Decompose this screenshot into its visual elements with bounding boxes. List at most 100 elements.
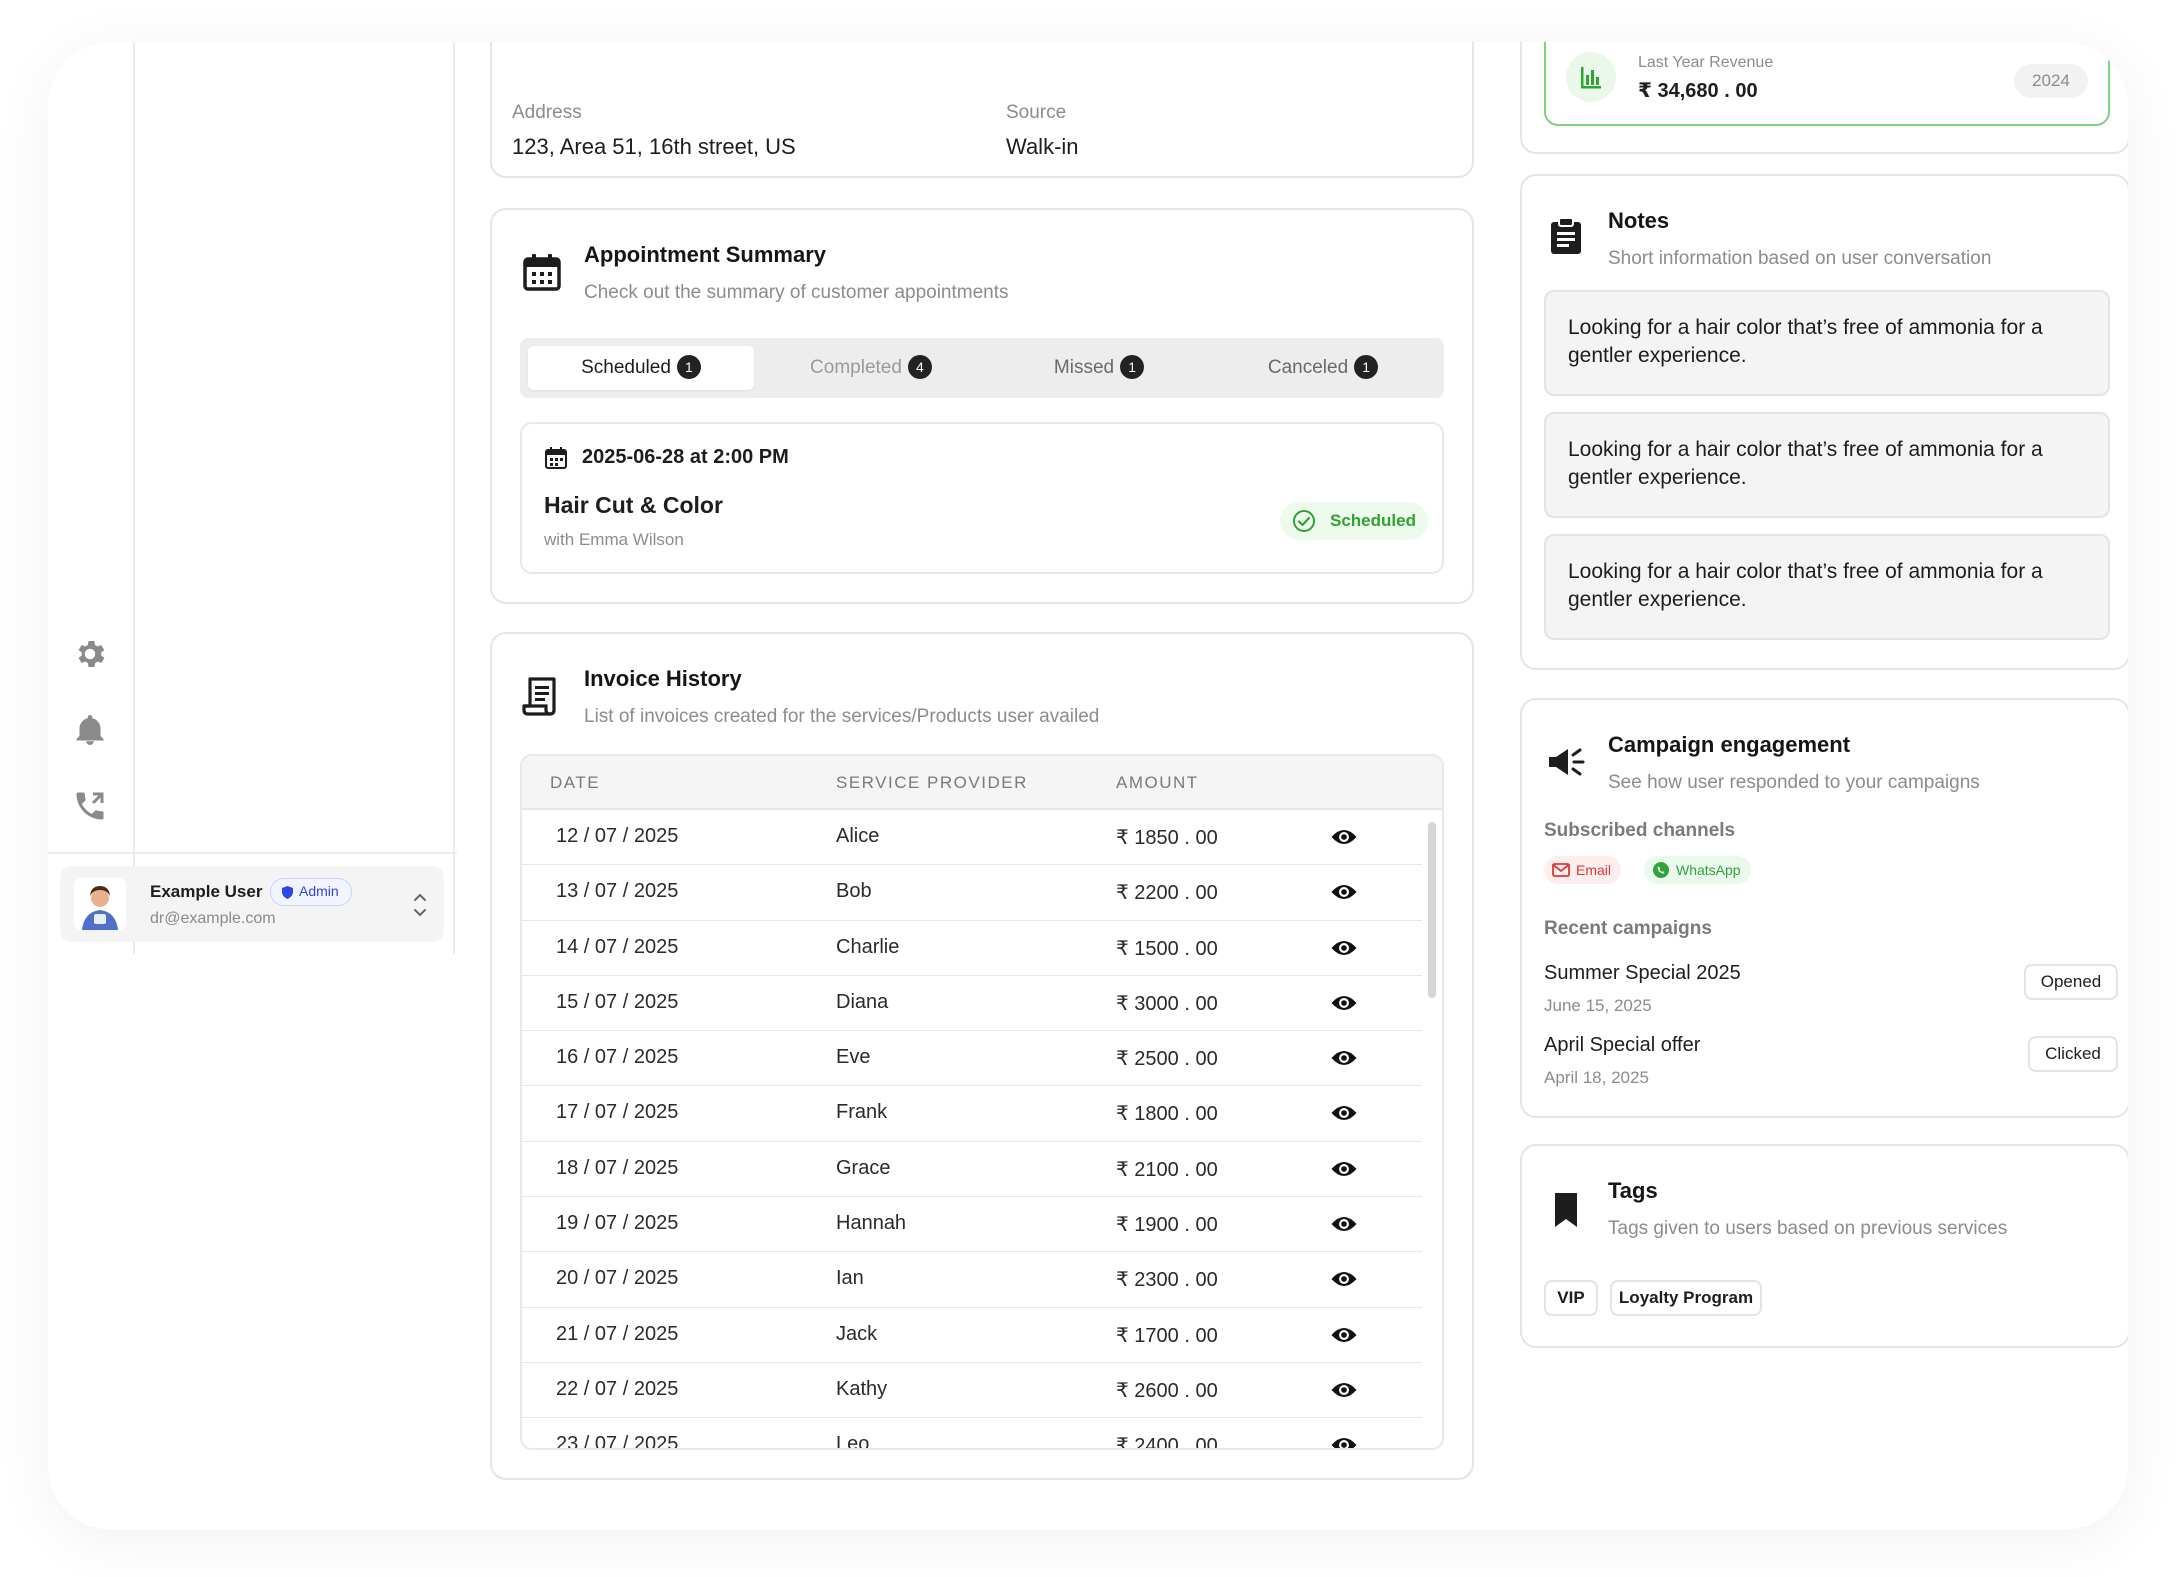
appointment-summary-subtitle: Check out the summary of customer appoin… [584,282,1009,303]
address-label: Address [512,102,582,123]
tab-missed[interactable]: Missed 1 [986,346,1212,390]
invoice-date: 13 / 07 / 2025 [556,880,679,903]
user-profile-card[interactable]: Example User Admin dr@example.com [60,866,444,942]
calendar-icon [522,252,562,292]
tag-chip: Loyalty Program [1610,1280,1762,1316]
invoice-amount: ₹ 2500 . 00 [1116,1048,1218,1071]
invoice-date: 18 / 07 / 2025 [556,1156,679,1179]
table-row: 17 / 07 / 2025 Frank ₹ 1800 . 00 [522,1086,1422,1142]
note-item: Looking for a hair color that’s free of … [1544,290,2110,396]
tab-completed[interactable]: Completed 4 [758,346,984,390]
table-row: 19 / 07 / 2025 Hannah ₹ 1900 . 00 [522,1197,1422,1253]
invoice-history-subtitle: List of invoices created for the service… [584,706,1100,727]
tags-card: Tags Tags given to users based on previo… [1520,1144,2128,1348]
campaign-subtitle: See how user responded to your campaigns [1608,772,1980,793]
revenue-year-badge[interactable]: 2024 [2014,64,2088,98]
tab-count: 1 [1354,355,1379,379]
invoice-amount: ₹ 1700 . 00 [1116,1324,1218,1347]
receipt-icon [522,676,562,716]
invoice-amount: ₹ 2300 . 00 [1116,1269,1218,1292]
view-eye-icon[interactable] [1330,1378,1358,1402]
campaign-status-badge: Clicked [2028,1036,2118,1072]
view-eye-icon[interactable] [1330,1212,1358,1236]
campaign-status-badge: Opened [2024,964,2118,1000]
shield-icon [282,886,293,899]
table-row: 23 / 07 / 2025 Leo ₹ 2400 . 00 [522,1418,1422,1450]
notes-title: Notes [1608,208,1670,233]
table-row: 15 / 07 / 2025 Diana ₹ 3000 . 00 [522,976,1422,1032]
revenue-value: ₹ 34,680 . 00 [1638,80,1758,102]
tab-label: Canceled [1267,357,1349,378]
view-eye-icon[interactable] [1330,880,1358,904]
invoice-amount: ₹ 1500 . 00 [1116,937,1218,960]
invoice-amount: ₹ 1800 . 00 [1116,1103,1218,1126]
invoice-provider: Charlie [836,935,900,958]
bar-chart-icon [1566,52,1616,102]
tab-count: 1 [676,355,701,379]
icon-rail [48,42,135,954]
appointment-tabs: Scheduled 1 Completed 4 Missed 1 Canceled 1 [520,338,1444,398]
table-row: 21 / 07 / 2025 Jack ₹ 1700 . 00 [522,1308,1422,1363]
invoice-amount: ₹ 2100 . 00 [1116,1158,1218,1181]
tags-title: Tags [1608,1178,1658,1203]
note-item: Looking for a hair color that’s free of … [1544,534,2110,640]
mail-icon [1552,863,1570,877]
invoice-provider: Alice [836,825,880,847]
appointment-summary-title: Appointment Summary [584,242,827,267]
invoice-provider: Hannah [836,1212,907,1235]
contact-info-card: Address 123, Area 51, 16th street, US So… [490,42,1474,178]
invoice-provider: Bob [836,880,872,903]
settings-gear-icon[interactable] [72,636,108,672]
tab-label: Scheduled [581,357,671,378]
invoice-provider: Jack [836,1322,878,1345]
campaign-name: Summer Special 2025 [1544,962,1741,984]
view-eye-icon[interactable] [1330,991,1358,1015]
appointment-service: Hair Cut & Color [544,492,723,518]
appointment-staff: with Emma Wilson [544,530,684,549]
appointment-datetime: 2025-06-28 at 2:00 PM [582,446,789,468]
view-eye-icon[interactable] [1330,936,1358,960]
invoice-history-card: Invoice History List of invoices created… [490,632,1474,1480]
address-value: 123, Area 51, 16th street, US [512,134,796,159]
subscribed-channels-label: Subscribed channels [1544,820,1736,841]
campaign-engagement-card: Campaign engagement See how user respond… [1520,698,2128,1118]
appointment-summary-card: Appointment Summary Check out the summar… [490,208,1474,604]
tab-label: Completed [810,357,902,378]
invoice-date: 14 / 07 / 2025 [556,935,679,958]
view-eye-icon[interactable] [1330,1267,1358,1291]
note-item: Looking for a hair color that’s free of … [1544,412,2110,518]
table-header: DATE SERVICE PROVIDER AMOUNT [522,756,1442,810]
recent-campaigns-label: Recent campaigns [1544,918,1712,939]
tag-chip: VIP [1544,1280,1598,1316]
invoice-amount: ₹ 2400 . 00 [1116,1435,1218,1450]
status-label: Scheduled [1330,511,1416,530]
table-row: 12 / 07 / 2025 Alice ₹ 1850 . 00 [522,810,1422,866]
revenue-highlight: Last Year Revenue ₹ 34,680 . 00 2024 [1544,42,2110,126]
tab-scheduled[interactable]: Scheduled 1 [528,346,754,390]
channel-email-chip: Email [1544,856,1622,884]
phone-forward-icon[interactable] [72,788,108,824]
tab-canceled[interactable]: Canceled 1 [1210,346,1436,390]
view-eye-icon[interactable] [1330,1101,1358,1125]
view-eye-icon[interactable] [1330,1046,1358,1070]
column-header-date: DATE [550,773,601,792]
view-eye-icon[interactable] [1330,1157,1358,1181]
invoice-history-title: Invoice History [584,666,742,691]
table-row: 14 / 07 / 2025 Charlie ₹ 1500 . 00 [522,921,1422,976]
invoice-provider: Kathy [836,1377,888,1400]
app-frame: Example User Admin dr@example.com Addres… [48,42,2128,1530]
invoice-date: 20 / 07 / 2025 [556,1267,679,1290]
view-eye-icon[interactable] [1330,1433,1358,1450]
source-value: Walk-in [1006,134,1079,159]
view-eye-icon[interactable] [1330,1323,1358,1347]
chevron-up-down-icon[interactable] [412,888,428,922]
table-scrollbar[interactable] [1428,822,1436,998]
tab-count: 1 [1120,355,1145,379]
invoice-date: 15 / 07 / 2025 [556,990,679,1013]
appointment-item[interactable]: 2025-06-28 at 2:00 PM Hair Cut & Color w… [520,422,1444,574]
channel-whatsapp-chip: WhatsApp [1644,856,1751,884]
channel-label: WhatsApp [1676,862,1741,878]
notification-bell-icon[interactable] [72,712,108,748]
view-eye-icon[interactable] [1330,825,1358,849]
table-row: 18 / 07 / 2025 Grace ₹ 2100 . 00 [522,1142,1422,1198]
